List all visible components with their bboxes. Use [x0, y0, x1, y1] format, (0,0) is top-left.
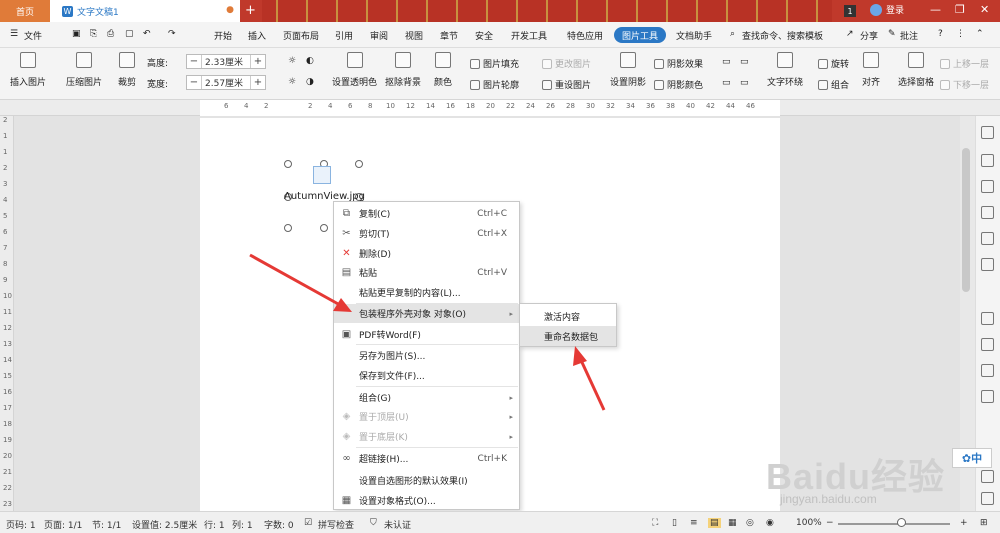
ime-label: 中 [971, 452, 983, 465]
status-section[interactable]: 节: 1/1 [92, 518, 121, 531]
web-layout-icon[interactable]: ▦ [728, 518, 737, 528]
status-setting[interactable]: 设置值: 2.5厘米 [132, 518, 197, 531]
eye-care-icon[interactable]: ◉ [766, 518, 774, 528]
arrow-line-right [578, 357, 606, 411]
pen-icon[interactable] [981, 126, 994, 139]
settings-icon[interactable] [981, 338, 994, 351]
grid-icon[interactable] [981, 390, 994, 403]
ime-indicator[interactable]: ✿ 中 [952, 448, 992, 468]
status-page[interactable]: 页面: 1/1 [44, 518, 82, 531]
fullscreen-icon[interactable]: ⛶ [652, 518, 658, 528]
wps-writer-window: 首页 W 文字文稿1 ● + 1 登录 — ❐ ✕ ☰ 文件 ▣ ⎘ ⎙ ▢ ↶… [0, 0, 1000, 533]
shield-icon[interactable] [981, 470, 994, 483]
properties-icon[interactable] [981, 206, 994, 219]
status-words[interactable]: 字数: 0 [264, 518, 294, 531]
fit-page-icon[interactable]: ⊞ [980, 518, 988, 528]
certification-icon: ⛉ [370, 518, 377, 528]
more-tools-icon[interactable] [981, 492, 994, 505]
page-view-icon[interactable]: ▤ [708, 518, 721, 528]
zoom-out-icon[interactable]: − [826, 518, 834, 528]
arrow-head-right [573, 346, 587, 366]
status-col[interactable]: 列: 1 [232, 518, 253, 531]
table-icon[interactable] [981, 232, 994, 245]
status-page-code[interactable]: 页码: 1 [6, 518, 36, 531]
outline-view-icon[interactable]: ≡ [690, 518, 698, 528]
status-bar: 页码: 1 页面: 1/1 节: 1/1 设置值: 2.5厘米 行: 1 列: … [0, 511, 1000, 533]
zoom-slider[interactable] [838, 523, 950, 525]
page-icon[interactable] [981, 258, 994, 271]
shapes-icon[interactable] [981, 180, 994, 193]
translate-icon[interactable] [981, 364, 994, 377]
arrow-head-left [333, 298, 352, 312]
auth-status: 未认证 [384, 521, 412, 531]
cursor-icon[interactable] [981, 154, 994, 167]
globe-icon[interactable]: ◎ [746, 518, 754, 528]
zoom-in-icon[interactable]: + [960, 518, 968, 528]
lock-icon[interactable] [981, 312, 994, 325]
spell-check-icon[interactable]: ☑ [304, 518, 312, 528]
arrow-line-left [249, 253, 341, 307]
zoom-level[interactable]: 100% [796, 518, 822, 528]
watermark-url: jingyan.baidu.com [780, 492, 877, 506]
paw-icon: ✿ [961, 451, 972, 465]
spell-check-button[interactable]: 拼写检查 [318, 518, 354, 531]
zoom-slider-knob[interactable] [897, 518, 906, 527]
status-row[interactable]: 行: 1 [204, 518, 225, 531]
read-mode-icon[interactable]: ▯ [672, 518, 677, 528]
